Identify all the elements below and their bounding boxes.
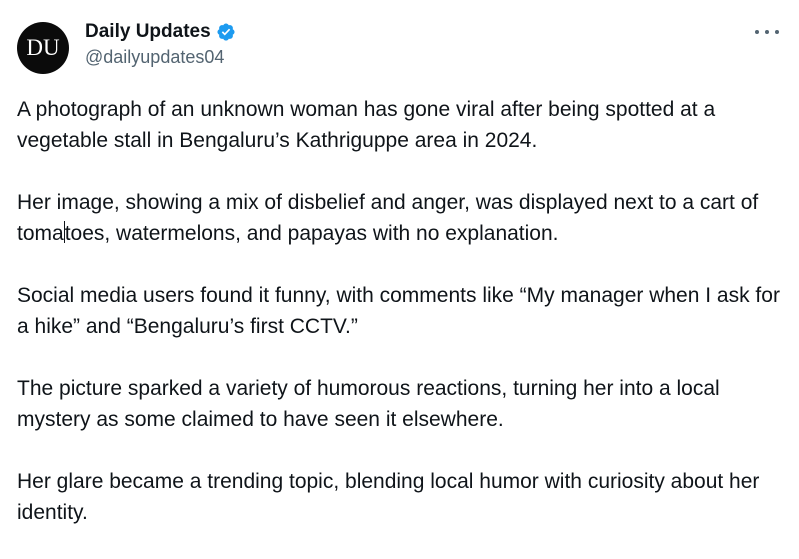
verified-badge-icon[interactable] <box>216 22 236 42</box>
tweet-paragraph-2-part-2: toes, watermelons, and papayas with no e… <box>64 222 559 245</box>
more-dot <box>755 30 759 34</box>
avatar-text: DU <box>26 35 60 60</box>
tweet-card: DU Daily Updates @dailyupdates04 A photo… <box>0 0 799 548</box>
avatar[interactable]: DU <box>17 22 69 74</box>
tweet-text: A photograph of an unknown woman has gon… <box>17 94 787 559</box>
tweet-paragraph-1: A photograph of an unknown woman has gon… <box>17 98 721 152</box>
tweet-paragraph-3: Social media users found it funny, with … <box>17 284 786 338</box>
tweet-paragraph-5: Her glare became a trending topic, blend… <box>17 470 766 524</box>
author-name[interactable]: Daily Updates <box>85 21 211 43</box>
more-options-icon[interactable] <box>755 22 779 42</box>
author-handle[interactable]: @dailyupdates04 <box>85 47 236 68</box>
more-dot <box>765 30 769 34</box>
tweet-paragraph-4: The picture sparked a variety of humorou… <box>17 377 726 431</box>
tweet-paragraph-2: Her image, showing a mix of disbelief an… <box>17 187 787 249</box>
name-row: Daily Updates <box>85 20 236 44</box>
tweet-header: Daily Updates @dailyupdates04 <box>85 20 236 68</box>
more-dot <box>775 30 779 34</box>
